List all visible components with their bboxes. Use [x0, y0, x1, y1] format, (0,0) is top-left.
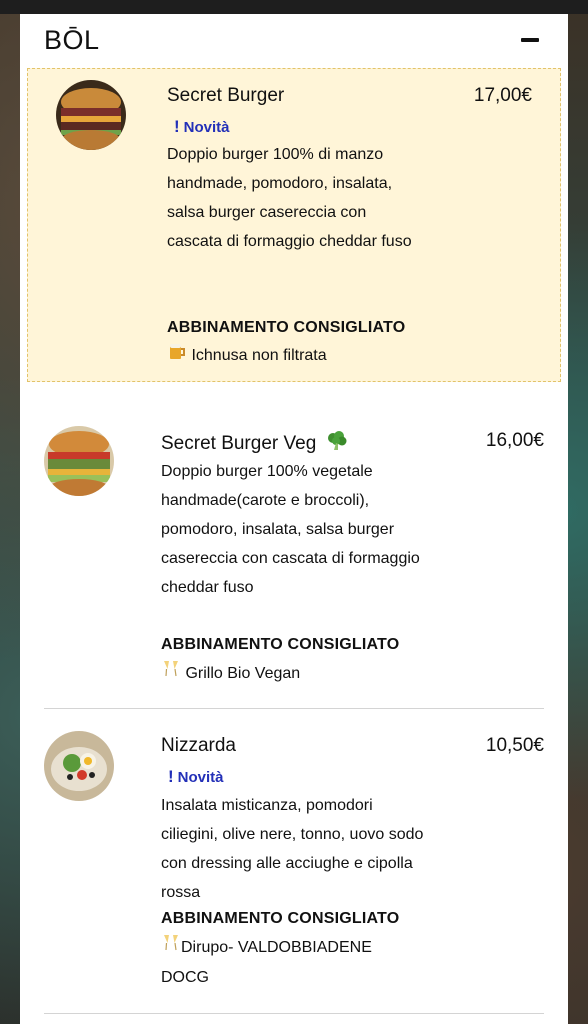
exclamation-icon: ! — [168, 767, 174, 786]
pairing-value: Ichnusa non filtrata — [167, 341, 327, 371]
dish-photo[interactable] — [56, 80, 126, 150]
item-price: 10,50€ — [485, 735, 544, 756]
pairing-title: ABBINAMENTO CONSIGLIATO — [161, 636, 400, 653]
exclamation-icon: ! — [174, 117, 180, 136]
item-price: 16,00€ — [485, 430, 544, 451]
dish-photo[interactable] — [44, 731, 114, 801]
item-price: 17,00€ — [473, 85, 532, 106]
badge-label: Novità — [183, 118, 230, 136]
pairing-value: Grillo Bio Vegan — [161, 659, 300, 689]
item-name: Nizzarda — [161, 735, 236, 756]
new-badge: ! Novità — [174, 117, 230, 137]
champagne-glasses-icon — [161, 659, 181, 689]
item-description: Doppio burger 100% di manzo handmade, po… — [167, 146, 412, 250]
badge-label: Novità — [177, 768, 224, 786]
beer-mug-icon — [167, 341, 187, 371]
champagne-glasses-icon — [161, 933, 181, 963]
item-description: Insalata misticanza, pomodori ciliegini,… — [161, 797, 424, 901]
pairing-label: Ichnusa non filtrata — [191, 347, 327, 365]
section-header[interactable]: BŌL — [20, 14, 568, 66]
new-badge: ! Novità — [168, 767, 224, 787]
pairing-title: ABBINAMENTO CONSIGLIATO — [167, 319, 406, 336]
pairing-label: Grillo Bio Vegan — [185, 665, 301, 683]
menu-section-panel: BŌL Secret Burger 17,00€ ! Novità Doppio… — [20, 14, 568, 1024]
item-name-text: Secret Burger Veg — [161, 433, 317, 455]
menu-item-nizzarda[interactable]: Nizzarda 10,50€ ! Novità Insalata mistic… — [44, 709, 544, 1014]
dish-photo[interactable] — [44, 426, 114, 496]
item-description: Doppio burger 100% vegetale handmade(car… — [161, 463, 420, 596]
collapse-button[interactable] — [516, 26, 544, 54]
pairing-title: ABBINAMENTO CONSIGLIATO — [161, 910, 400, 927]
menu-item-secret-burger[interactable]: Secret Burger 17,00€ ! Novità Doppio bur… — [27, 68, 561, 382]
pairing-label: Dirupo- VALDOBBIADENE DOCG — [161, 939, 372, 986]
section-title: BŌL — [44, 24, 100, 55]
broccoli-icon — [326, 430, 348, 458]
minus-icon — [521, 38, 539, 42]
pairing-value: Dirupo- VALDOBBIADENE DOCG — [161, 933, 411, 992]
item-name: Secret Burger — [167, 85, 285, 106]
item-name: Secret Burger Veg — [161, 430, 348, 458]
menu-item-secret-burger-veg[interactable]: Secret Burger Veg 16,00€ Doppio burger 1… — [44, 404, 544, 709]
status-bar — [0, 0, 588, 14]
